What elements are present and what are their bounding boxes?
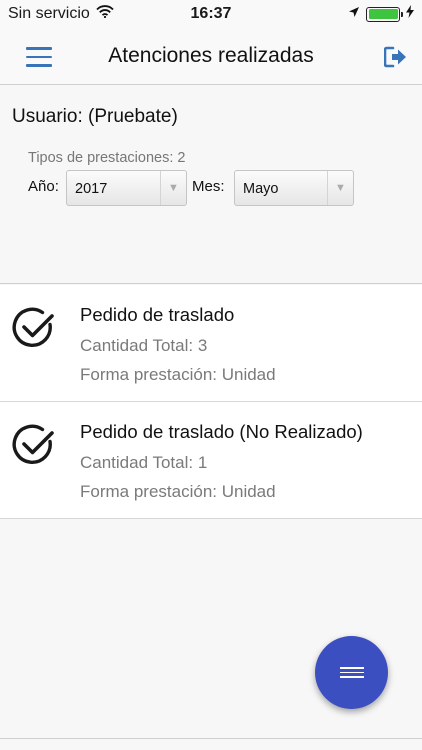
list-item[interactable]: Pedido de traslado (No Realizado) Cantid… xyxy=(0,402,422,519)
anio-select-value: 2017 xyxy=(75,181,108,197)
battery-fill xyxy=(368,9,398,19)
item-title: Pedido de traslado xyxy=(80,304,235,325)
item-quantity: Cantidad Total: 1 xyxy=(80,453,208,472)
filters-panel: Usuario: (Pruebate) Tipos de prestacione… xyxy=(0,86,422,284)
navigation-bar: Atenciones realizadas xyxy=(0,28,422,85)
anio-label: Año: xyxy=(28,178,59,195)
logout-icon[interactable] xyxy=(383,46,408,68)
item-title: Pedido de traslado (No Realizado) xyxy=(80,421,363,442)
list-item[interactable]: Pedido de traslado Cantidad Total: 3 For… xyxy=(0,285,422,402)
page-title: Atenciones realizadas xyxy=(108,44,314,67)
menu-lines-icon-bar xyxy=(339,676,364,678)
mes-select-value: Mayo xyxy=(243,181,279,197)
check-circle-icon xyxy=(12,423,56,467)
chevron-down-icon: ▼ xyxy=(327,171,353,205)
location-arrow-icon xyxy=(348,5,360,23)
check-circle-icon xyxy=(12,306,56,350)
charging-bolt-icon xyxy=(406,5,414,23)
item-form: Forma prestación: Unidad xyxy=(80,482,276,501)
mes-select[interactable]: Mayo ▼ xyxy=(234,170,354,206)
mes-label: Mes: xyxy=(192,178,225,195)
status-bar: Sin servicio 16:37 xyxy=(0,0,422,28)
battery-icon xyxy=(366,6,403,22)
anio-select[interactable]: 2017 ▼ xyxy=(66,170,187,206)
menu-lines-icon xyxy=(339,667,364,669)
chevron-down-icon: ▼ xyxy=(160,171,186,205)
floating-menu-button[interactable] xyxy=(315,636,388,709)
atenciones-list: Pedido de traslado Cantidad Total: 3 For… xyxy=(0,285,422,519)
menu-lines-icon-bar xyxy=(339,671,364,674)
bottom-divider xyxy=(0,738,422,739)
app-screen: Sin servicio 16:37 Atenciones realizadas… xyxy=(0,0,422,750)
status-right xyxy=(348,5,414,23)
item-quantity: Cantidad Total: 3 xyxy=(80,336,208,355)
user-label: Usuario: (Pruebate) xyxy=(12,106,178,127)
tipos-prestaciones-label: Tipos de prestaciones: 2 xyxy=(28,150,186,166)
item-form: Forma prestación: Unidad xyxy=(80,365,276,384)
